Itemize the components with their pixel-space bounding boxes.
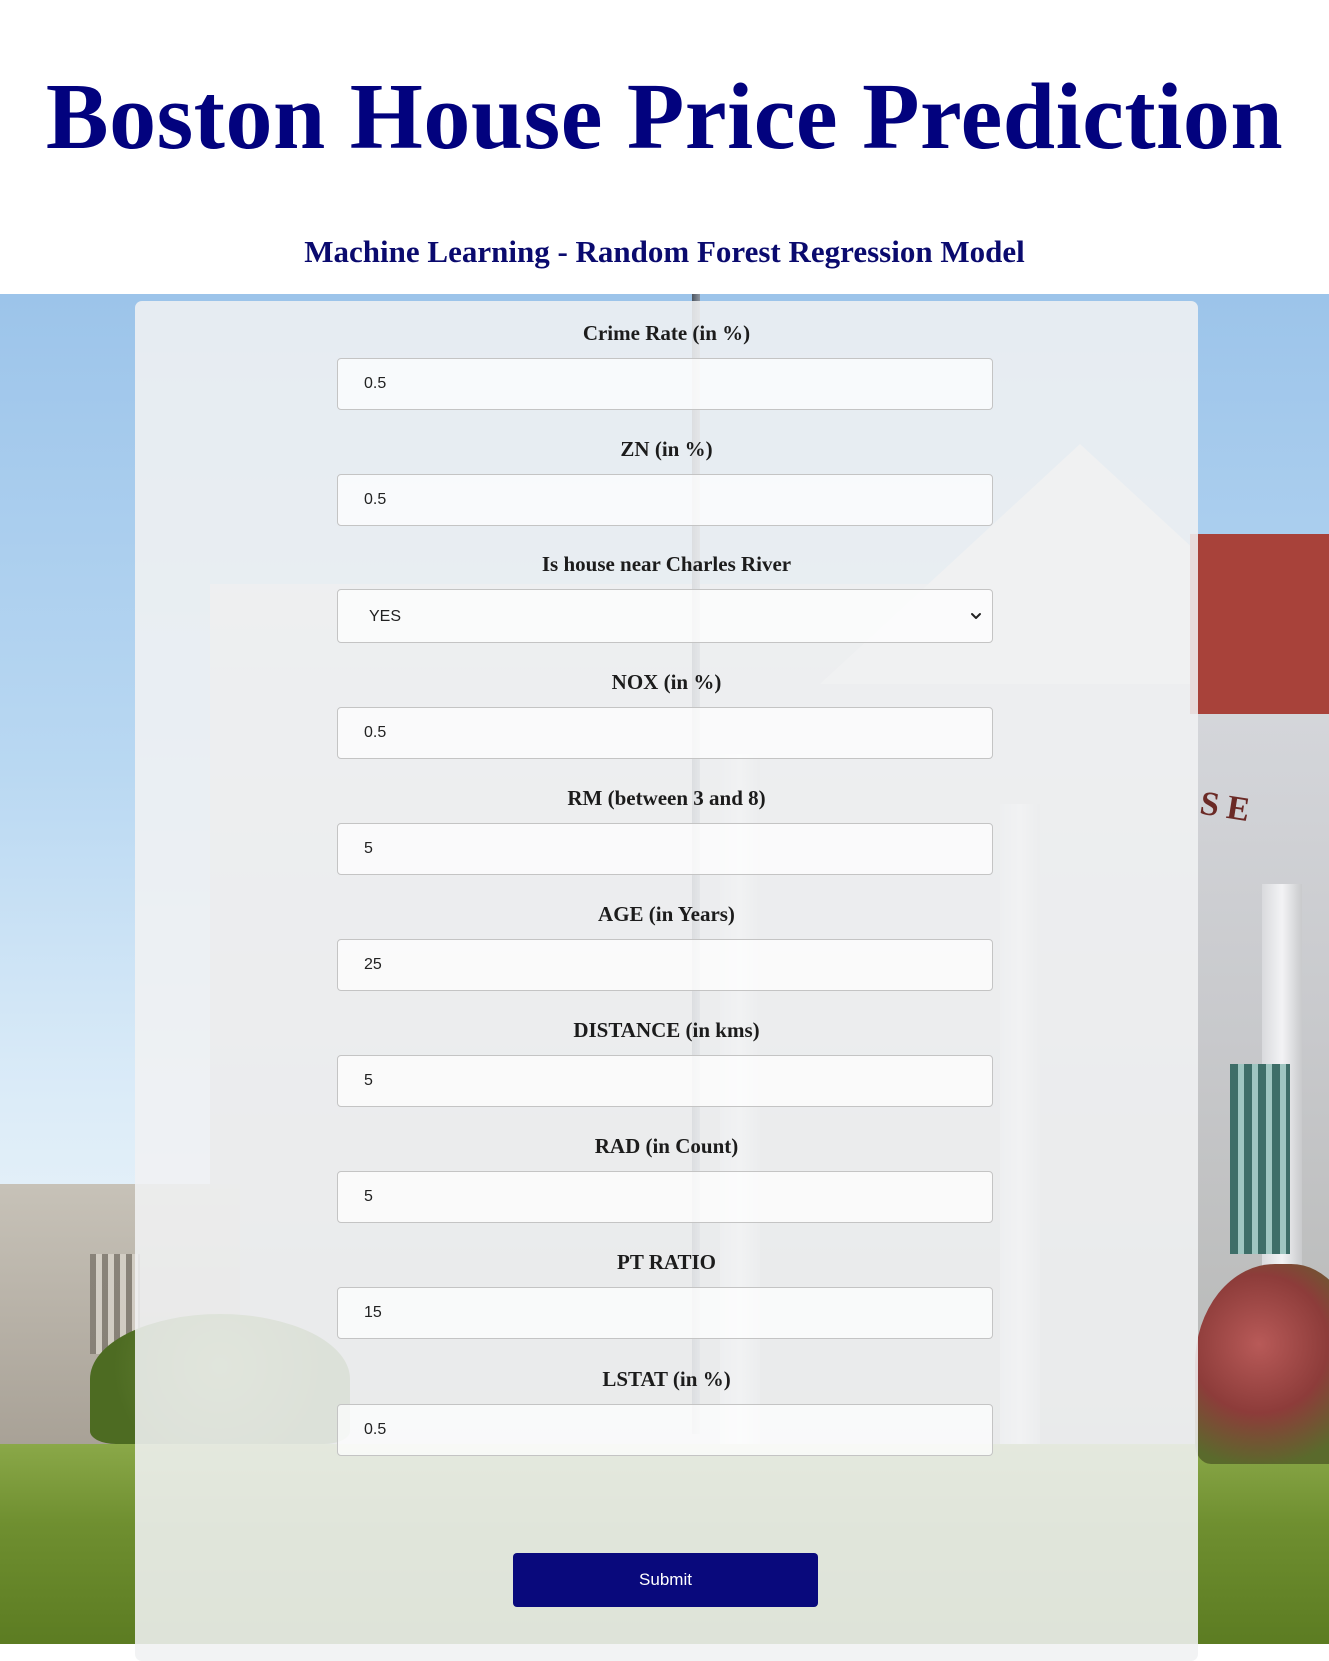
field-age: AGE (in Years) xyxy=(135,901,1198,991)
age-input[interactable] xyxy=(337,939,993,991)
zn-label: ZN (in %) xyxy=(620,437,713,461)
field-lstat: LSTAT (in %) xyxy=(135,1366,1198,1456)
rad-input[interactable] xyxy=(337,1171,993,1223)
background-glass-wall xyxy=(1230,1064,1290,1254)
age-label: AGE (in Years) xyxy=(598,902,735,926)
chevron-down-icon xyxy=(971,613,981,619)
field-nox: NOX (in %) xyxy=(135,669,1198,759)
rm-input[interactable] xyxy=(337,823,993,875)
page-header: Boston House Price Prediction Machine Le… xyxy=(0,0,1329,294)
distance-label: DISTANCE (in kms) xyxy=(573,1018,760,1042)
distance-input[interactable] xyxy=(337,1055,993,1107)
nox-input[interactable] xyxy=(337,707,993,759)
page-title: Boston House Price Prediction xyxy=(45,65,1284,169)
field-charles-river: Is house near Charles River YES xyxy=(135,551,1198,643)
rm-label: RM (between 3 and 8) xyxy=(567,786,766,810)
prediction-form: Crime Rate (in %) ZN (in %) Is house nea… xyxy=(135,301,1198,1661)
charles-river-selected-value: YES xyxy=(369,608,402,625)
page-subtitle: Machine Learning - Random Forest Regress… xyxy=(304,234,1025,269)
submit-button[interactable]: Submit xyxy=(513,1553,818,1607)
lstat-input[interactable] xyxy=(337,1404,993,1456)
rad-label: RAD (in Count) xyxy=(594,1134,739,1158)
charles-river-label: Is house near Charles River xyxy=(541,552,792,576)
field-zn: ZN (in %) xyxy=(135,436,1198,526)
charles-river-select[interactable]: YES xyxy=(337,589,993,643)
field-pt-ratio: PT RATIO xyxy=(135,1249,1198,1339)
field-rm: RM (between 3 and 8) xyxy=(135,785,1198,875)
lstat-label: LSTAT (in %) xyxy=(602,1367,731,1391)
pt-ratio-label: PT RATIO xyxy=(617,1250,716,1274)
field-distance: DISTANCE (in kms) xyxy=(135,1017,1198,1107)
crime-rate-input[interactable] xyxy=(337,358,993,410)
crime-rate-label: Crime Rate (in %) xyxy=(582,321,751,345)
nox-label: NOX (in %) xyxy=(611,670,722,694)
background-red-wall xyxy=(1190,534,1329,714)
field-rad: RAD (in Count) xyxy=(135,1133,1198,1223)
field-crime-rate: Crime Rate (in %) xyxy=(135,320,1198,410)
zn-input[interactable] xyxy=(337,474,993,526)
pt-ratio-input[interactable] xyxy=(337,1287,993,1339)
